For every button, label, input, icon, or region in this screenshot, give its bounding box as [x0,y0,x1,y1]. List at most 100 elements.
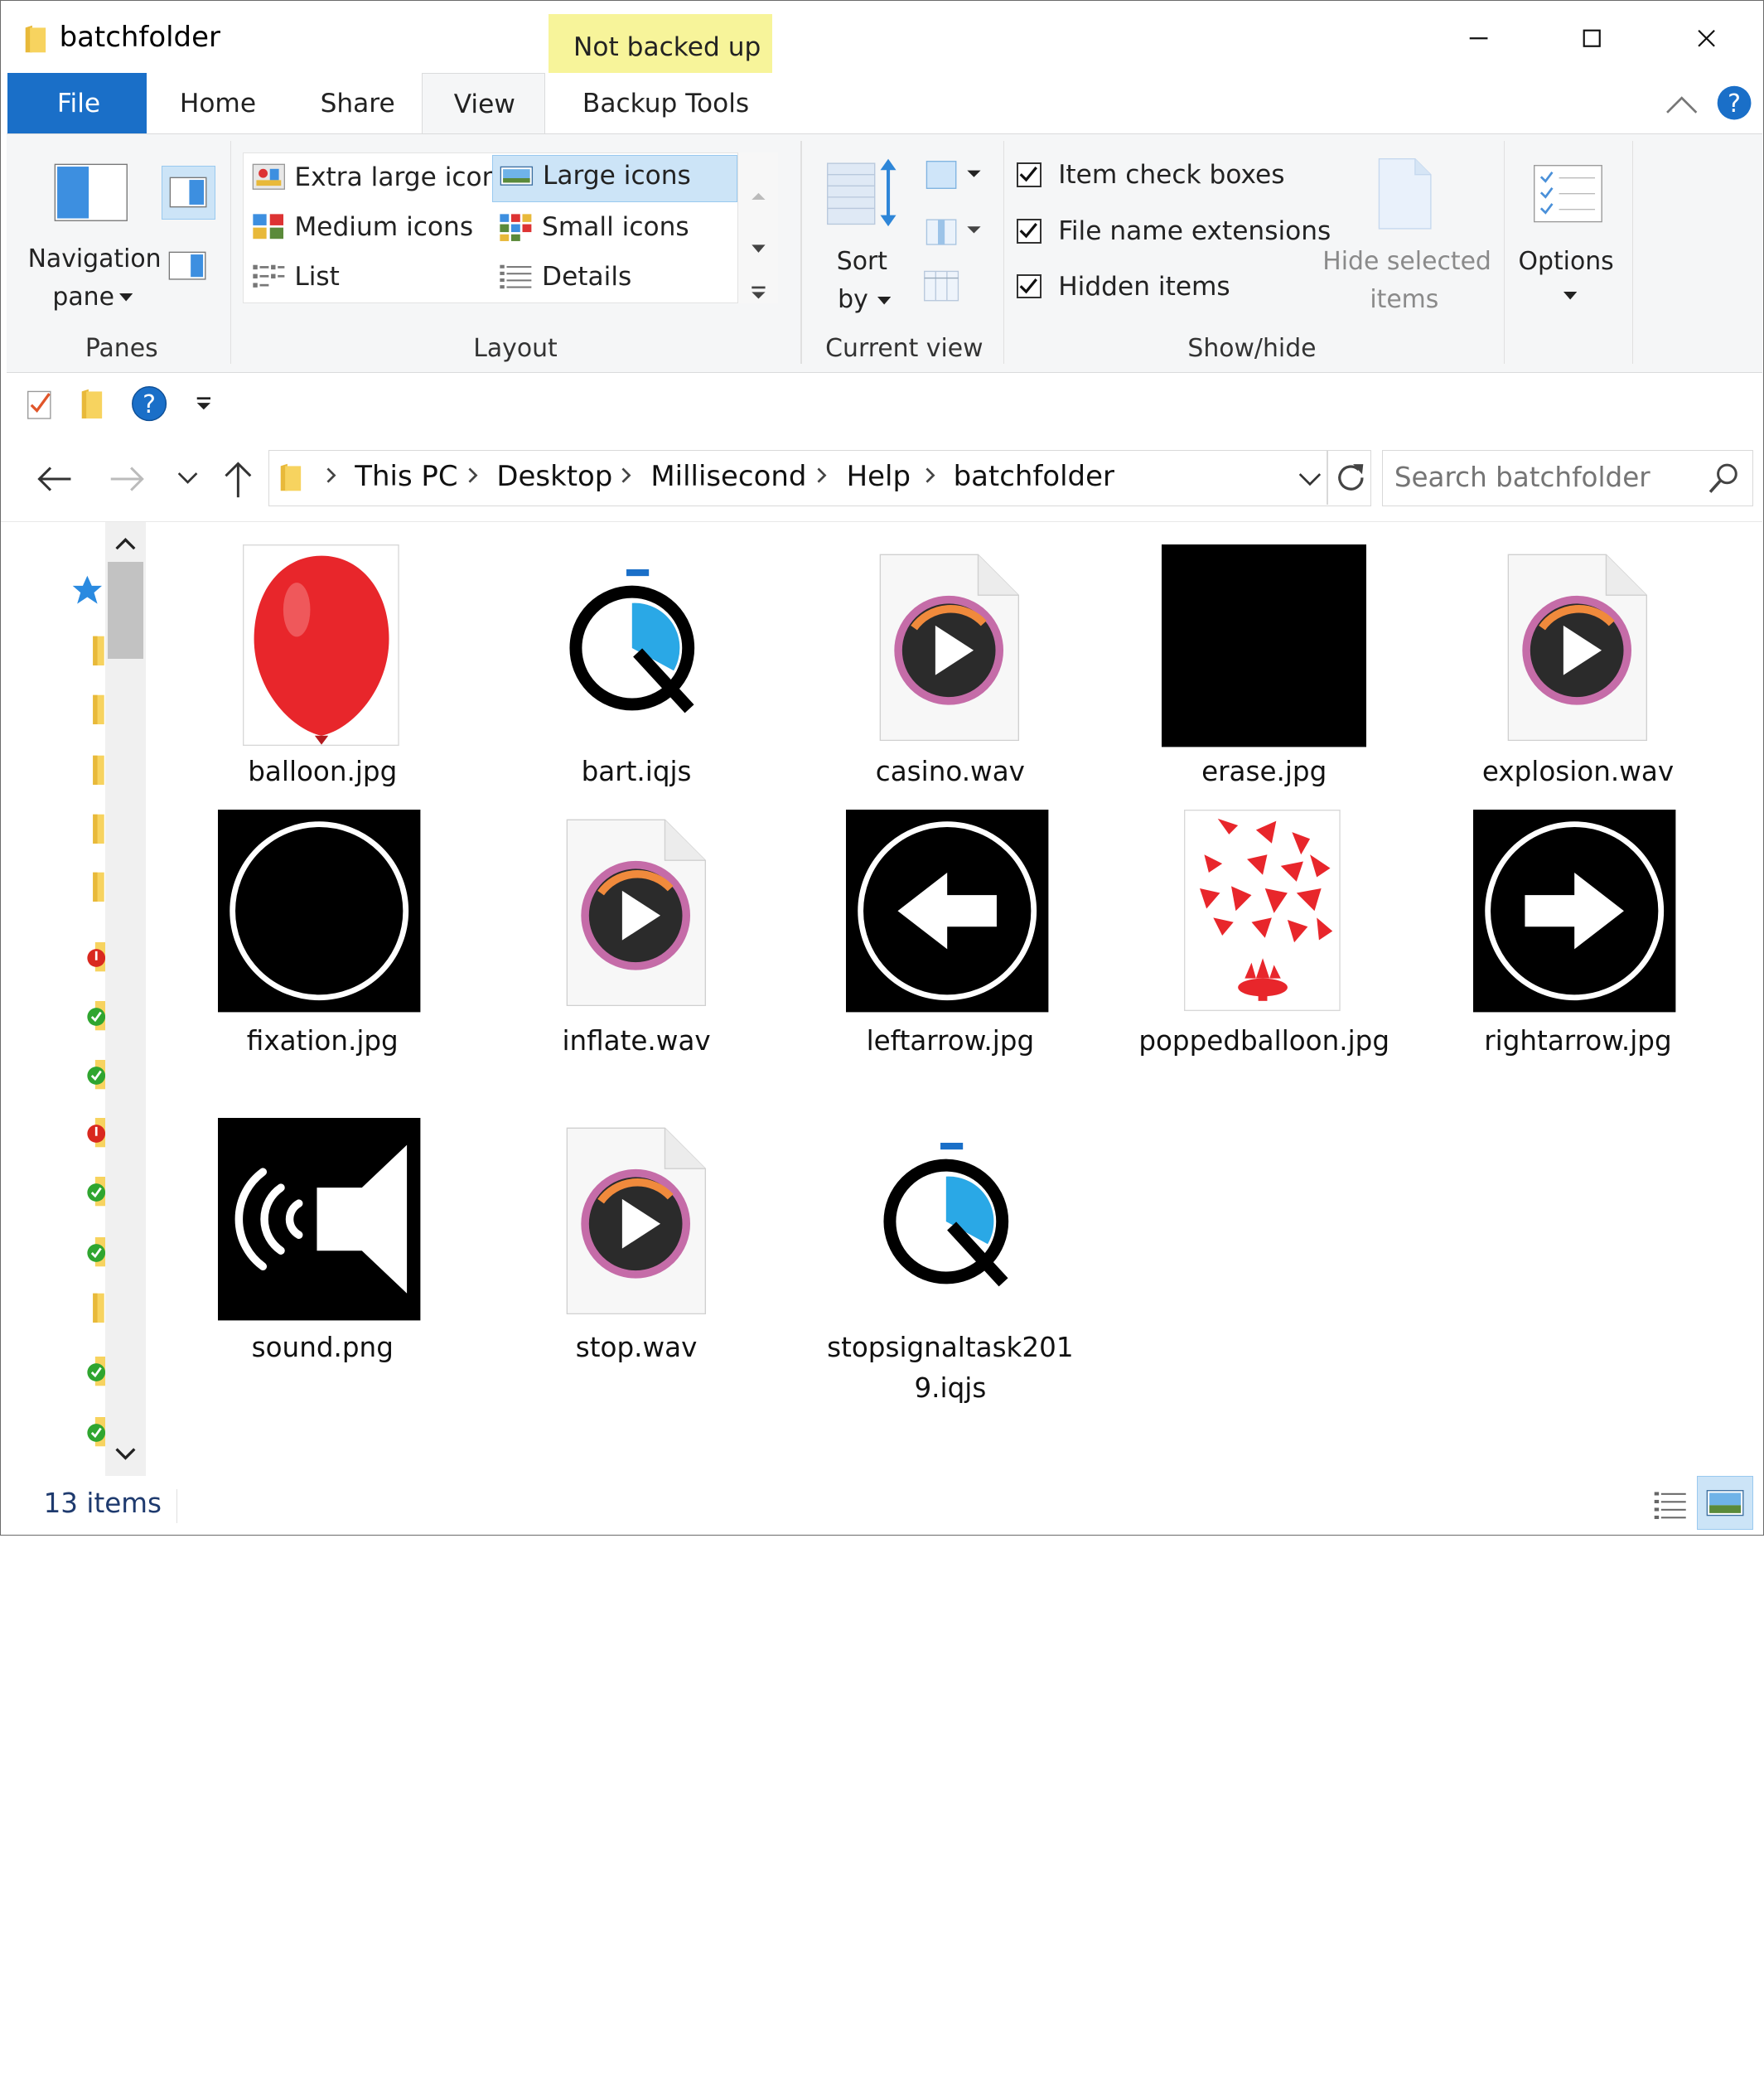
file-item[interactable]: explosion.wav [1448,542,1707,801]
help-button[interactable]: ? [1715,84,1753,127]
folder-icon[interactable] [86,812,104,846]
options-icon [1533,165,1602,223]
nav-scroll-thumb[interactable] [107,562,144,660]
file-name-extensions-checkbox[interactable] [1016,219,1041,244]
tab-share[interactable]: Share [305,73,406,133]
item-check-boxes-label: Item check boxes [1058,160,1285,191]
item-check-boxes-toggle[interactable]: Item check boxes [1014,159,1307,195]
file-item[interactable]: poppedballoon.jpg [1135,810,1394,1114]
sync-ok-icon[interactable] [86,1059,107,1094]
search-box[interactable] [1382,449,1754,506]
recent-locations-button[interactable] [176,470,199,491]
sync-ok-icon[interactable] [86,1176,107,1211]
maximize-button[interactable] [1566,12,1617,62]
breadcrumb-batchfolder[interactable]: batchfolder [954,460,1114,493]
search-icon[interactable] [1707,462,1741,496]
more-layouts-chevron-icon[interactable] [752,292,766,299]
close-button[interactable] [1679,12,1731,62]
new-folder-button[interactable] [80,387,107,426]
group-by-button[interactable] [922,159,989,195]
properties-button[interactable] [26,387,55,426]
add-columns-button[interactable] [922,213,989,249]
folder-icon[interactable] [86,870,104,904]
ribbon-tabs: File Home Share View Backup Tools ? [1,72,1763,135]
sync-ok-icon[interactable] [86,1237,107,1271]
large-icons-view-button[interactable] [1697,1475,1754,1531]
file-item[interactable]: fixation.jpg [193,810,452,1114]
address-bar[interactable]: This PC Desktop Millisecond Help batchfo… [268,449,1371,506]
tab-home[interactable]: Home [163,73,271,133]
hidden-items-toggle[interactable]: Hidden items [1014,270,1307,306]
search-input[interactable] [1394,457,1699,498]
collapse-ribbon-button[interactable] [1664,91,1699,123]
folder-icon[interactable] [86,1291,104,1325]
sync-ok-icon[interactable] [86,1357,107,1391]
breadcrumb-help[interactable]: Help [847,460,911,493]
options-button[interactable]: Options [1510,150,1633,326]
explorer-window: batchfolder Not backed up File Home Shar… [0,0,1764,1536]
scroll-down-icon[interactable] [752,244,766,253]
title-bar[interactable]: batchfolder Not backed up [1,1,1763,75]
breadcrumb-this-pc[interactable]: This PC [355,460,457,493]
customize-qat-button[interactable] [195,396,213,417]
breadcrumb-millisecond[interactable]: Millisecond [650,460,806,493]
sort-by-button[interactable]: Sort by [814,150,916,326]
address-history-icon[interactable] [1298,471,1322,489]
tab-file[interactable]: File [7,72,147,134]
breadcrumb-desktop[interactable]: Desktop [496,460,612,493]
breadcrumb-separator-icon[interactable] [618,464,634,486]
folder-icon[interactable] [86,753,104,787]
scroll-up-icon[interactable] [752,192,766,200]
refresh-icon[interactable] [1334,461,1368,495]
sync-ok-icon[interactable] [86,1417,107,1451]
layout-extra-large-icons[interactable]: Extra large icons [245,157,512,200]
folder-icon[interactable] [86,634,104,668]
hidden-items-checkbox[interactable] [1016,273,1041,299]
folder-icon[interactable] [86,693,104,727]
file-item[interactable]: balloon.jpg [193,542,452,801]
forward-button[interactable] [109,463,147,500]
item-check-boxes-checkbox[interactable] [1016,162,1041,187]
breadcrumb-separator-icon[interactable] [922,464,938,486]
more-layouts-icon[interactable] [752,286,766,289]
details-pane-button[interactable] [168,251,209,285]
nav-scrollbar[interactable] [105,521,147,1476]
minimize-button[interactable] [1452,12,1503,62]
file-item[interactable]: stopsignaltask2019.iqjs [821,1115,1080,1430]
file-item[interactable]: rightarrow.jpg [1448,810,1707,1114]
file-name-extensions-toggle[interactable]: File name extensions [1014,215,1331,251]
layout-large-icons[interactable]: Large icons [492,154,738,202]
layout-list[interactable]: List [245,256,493,299]
preview-pane-button[interactable] [162,166,216,220]
scroll-up-icon[interactable] [105,526,146,560]
layout-details[interactable]: Details [492,256,737,299]
tab-view[interactable]: View [421,72,546,135]
qat-help-button[interactable]: ? [130,385,168,428]
back-button[interactable] [35,463,73,500]
breadcrumb-separator-icon[interactable] [814,464,829,486]
file-item[interactable]: stop.wav [507,1115,766,1420]
navigation-pane-button[interactable]: Navigation pane [17,146,164,326]
sync-ok-icon[interactable] [86,1000,107,1035]
tab-backup-tools[interactable]: Backup Tools [549,73,772,133]
file-item[interactable]: casino.wav [821,542,1080,801]
scroll-down-icon[interactable] [105,1438,146,1472]
hide-selected-items-button[interactable]: Hide selected items [1318,150,1494,326]
breadcrumb-separator-icon[interactable] [465,464,481,486]
layout-medium-icons[interactable]: Medium icons [245,206,493,249]
details-view-button[interactable] [1652,1488,1690,1526]
balloon-thumbnail [242,544,399,746]
layout-small-icons[interactable]: Small icons [492,206,737,249]
sync-error-icon[interactable] [86,942,107,976]
file-item[interactable]: bart.iqjs [507,542,766,801]
breadcrumb-separator-icon[interactable] [323,464,339,486]
file-item[interactable]: sound.png [193,1115,452,1420]
size-all-columns-button[interactable] [922,267,967,305]
quick-access-star-icon[interactable] [70,573,104,607]
file-item[interactable]: erase.jpg [1135,542,1394,801]
file-item[interactable]: leftarrow.jpg [821,810,1080,1114]
file-item[interactable]: inflate.wav [507,810,766,1114]
file-view: balloon.jpg bart.iqjs casino.wav erase.j… [149,521,1763,1476]
sync-error-icon[interactable] [86,1118,107,1152]
up-button[interactable] [221,459,255,505]
